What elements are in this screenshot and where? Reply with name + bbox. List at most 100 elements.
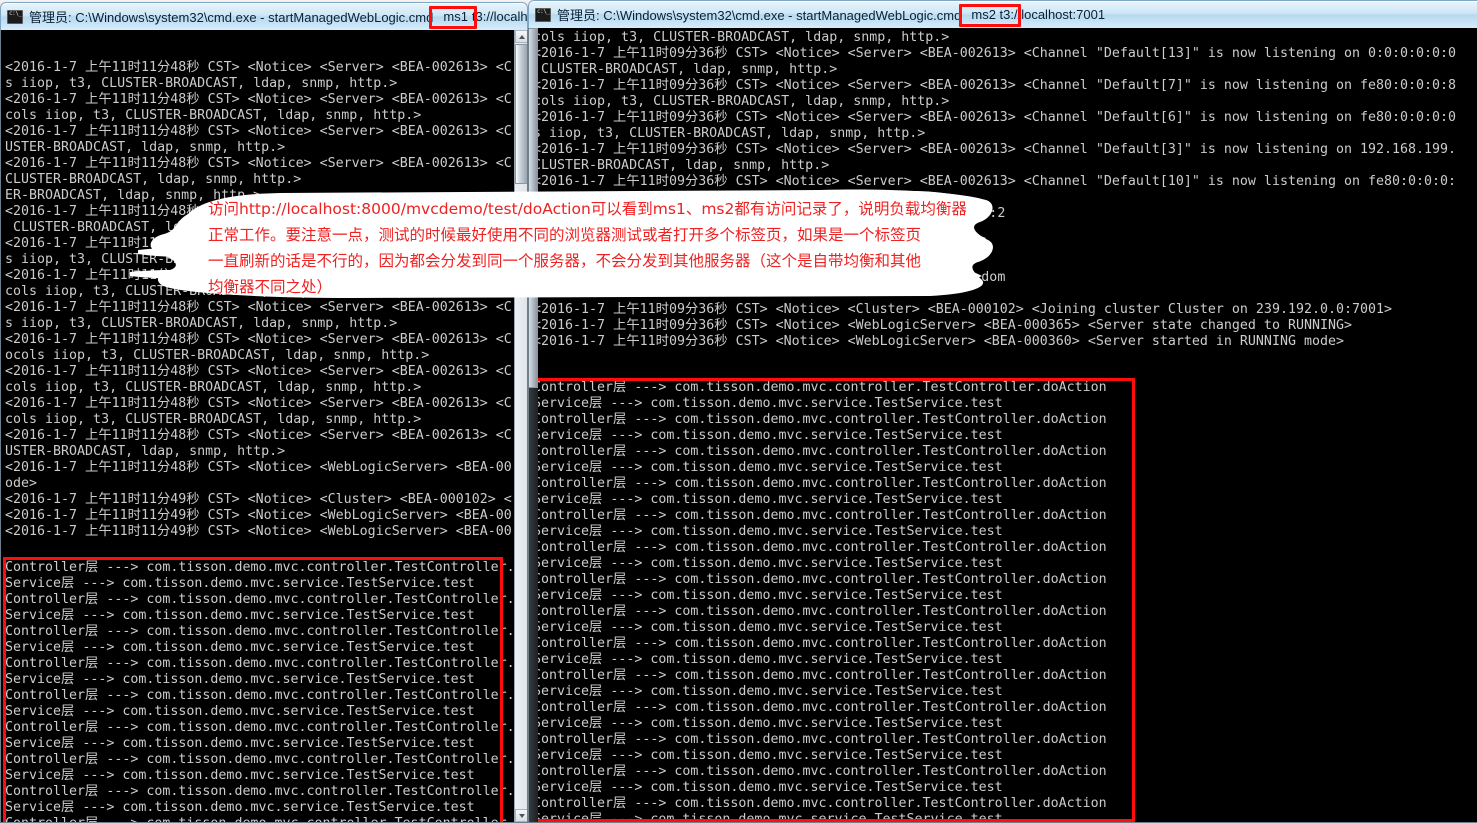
console-mvc-line: Service层 ---> com.tisson.demo.mvc.servic… [533, 460, 1003, 475]
console-mvc-line: Service层 ---> com.tisson.demo.mvc.servic… [5, 672, 475, 687]
console-mvc-line: Service层 ---> com.tisson.demo.mvc.servic… [533, 748, 1003, 763]
cmd-console-icon [535, 7, 551, 22]
console-log-line: <2016-1-7 上午11时11分49秒 CST> <Notice> <Web… [5, 524, 512, 539]
console-log-line: <2016-1-7 上午11时09分36秒 CST> <Notice> <Ser… [533, 46, 1457, 61]
scroll-up-arrow-icon[interactable] [515, 30, 527, 43]
console-log-line: <2016-1-7 上午11时11分49秒 CST> <Notice> <Web… [5, 508, 512, 523]
console-mvc-line: Controller层 ---> com.tisson.demo.mvc.con… [5, 784, 523, 799]
console-log-line: cols iiop, t3, CLUSTER-BROADCAST, ldap, … [5, 380, 422, 395]
console-mvc-line: Service层 ---> com.tisson.demo.mvc.servic… [5, 640, 475, 655]
titlebar-url-ms1: t3://localho [471, 9, 528, 24]
console-mvc-line: Controller层 ---> com.tisson.demo.mvc.con… [5, 816, 523, 822]
console-mvc-line: Service层 ---> com.tisson.demo.mvc.servic… [5, 608, 475, 623]
console-mvc-line: Controller层 ---> com.tisson.demo.mvc.con… [533, 476, 1107, 491]
console-log-line: <2016-1-7 上午11时11分48秒 CST> <Notice> <Ser… [5, 364, 512, 379]
console-mvc-line: Service层 ---> com.tisson.demo.mvc.servic… [533, 524, 1003, 539]
console-mvc-line: Controller层 ---> com.tisson.demo.mvc.con… [533, 732, 1107, 747]
titlebar-ms1[interactable]: 管理员: C:\Windows\system32\cmd.exe - start… [0, 2, 528, 30]
titlebar-title-ms2: 管理员: C:\Windows\system32\cmd.exe - start… [557, 8, 962, 23]
console-mvc-line: Controller层 ---> com.tisson.demo.mvc.con… [5, 688, 523, 703]
console-mvc-line: Service层 ---> com.tisson.demo.mvc.servic… [5, 736, 475, 751]
screenshot-root: 管理员: C:\Windows\system32\cmd.exe - start… [0, 0, 1477, 823]
console-mvc-line: Controller层 ---> com.tisson.demo.mvc.con… [533, 380, 1107, 395]
scroll-down-arrow-icon[interactable] [515, 809, 527, 822]
console-log-line: <2016-1-7 上午11时09分36秒 CST> <Notice> <Ser… [533, 110, 1457, 125]
console-mvc-line: Controller层 ---> com.tisson.demo.mvc.con… [533, 700, 1107, 715]
titlebar-server-name-ms1: ms1 [443, 9, 468, 24]
console-log-line: <2016-1-7 上午11时11分48秒 CST> <Notice> <Ser… [5, 92, 512, 107]
console-mvc-line: Controller层 ---> com.tisson.demo.mvc.con… [533, 540, 1107, 555]
console-mvc-line: Controller层 ---> com.tisson.demo.mvc.con… [5, 560, 523, 575]
console-output-ms1[interactable]: <2016-1-7 上午11时11分48秒 CST> <Notice> <Ser… [0, 30, 528, 823]
console-log-line: s iiop, t3, CLUSTER-BROADCAST, ldap, snm… [5, 76, 398, 91]
console-log-line: <2016-1-7 上午11时11分48秒 CST> <Notice> <Ser… [5, 124, 512, 139]
console-mvc-line: Service层 ---> com.tisson.demo.mvc.servic… [533, 492, 1003, 507]
console-mvc-line: Service层 ---> com.tisson.demo.mvc.servic… [533, 620, 1003, 635]
console-log-line: ode> [5, 476, 38, 491]
console-log-line: <2016-1-7 上午11时11分48秒 CST> <Notice> <Ser… [5, 396, 512, 411]
console-window-ms1[interactable]: 管理员: C:\Windows\system32\cmd.exe - start… [0, 2, 528, 823]
console-mvc-line: Service层 ---> com.tisson.demo.mvc.servic… [533, 428, 1003, 443]
annotation-line: 一直刷新的话是不行的，因为都会分发到同一个服务器，不会分发到其他服务器（这个是自… [208, 252, 922, 270]
console-scrollbar-ms2[interactable] [529, 28, 538, 822]
console-mvc-line: Service层 ---> com.tisson.demo.mvc.servic… [533, 588, 1003, 603]
titlebar-url-ms2: ://localhost:7001 [1010, 7, 1106, 22]
annotation-text: 访问http://localhost:8000/mvcdemo/test/doA… [208, 196, 967, 300]
console-mvc-line: Controller层 ---> com.tisson.demo.mvc.con… [533, 636, 1107, 651]
console-log-line: CLUSTER-BROADCAST, ldap, snmp, http.> [533, 158, 830, 173]
console-mvc-line: Controller层 ---> com.tisson.demo.mvc.con… [5, 720, 523, 735]
console-mvc-line: Service层 ---> com.tisson.demo.mvc.servic… [533, 652, 1003, 667]
console-mvc-line: Controller层 ---> com.tisson.demo.mvc.con… [533, 572, 1107, 587]
console-log-line: CLUSTER-BROADCAST, ldap, snmp, http.> [5, 172, 302, 187]
console-output-ms2[interactable]: cols iiop, t3, CLUSTER-BROADCAST, ldap, … [528, 28, 1477, 823]
console-mvc-line: Service层 ---> com.tisson.demo.mvc.servic… [5, 768, 475, 783]
annotation-overlay: 访问http://localhost:8000/mvcdemo/test/doA… [130, 188, 1000, 300]
console-mvc-line: Service层 ---> com.tisson.demo.mvc.servic… [5, 704, 475, 719]
titlebar-ms2[interactable]: 管理员: C:\Windows\system32\cmd.exe - start… [528, 0, 1477, 28]
console-log-line: <2016-1-7 上午11时11分48秒 CST> <Notice> <Ser… [5, 332, 512, 347]
console-log-line: USTER-BROADCAST, ldap, snmp, http.> [5, 444, 286, 459]
console-mvc-line: Service层 ---> com.tisson.demo.mvc.servic… [533, 716, 1003, 731]
console-mvc-log-ms2: Controller层 ---> com.tisson.demo.mvc.con… [533, 380, 1107, 823]
console-mvc-line: Service层 ---> com.tisson.demo.mvc.servic… [533, 812, 1003, 823]
console-mvc-line: Controller层 ---> com.tisson.demo.mvc.con… [533, 412, 1107, 427]
cmd-console-icon [7, 9, 23, 24]
annotation-line: 访问http://localhost:8000/mvcdemo/test/doA… [208, 200, 967, 218]
console-mvc-line: Service层 ---> com.tisson.demo.mvc.servic… [533, 780, 1003, 795]
console-mvc-line: Service层 ---> com.tisson.demo.mvc.servic… [533, 684, 1003, 699]
console-log-block-ms1: <2016-1-7 上午11时11分48秒 CST> <Notice> <Ser… [5, 60, 512, 540]
console-log-line: <2016-1-7 上午11时11分48秒 CST> <Notice> <Ser… [5, 156, 512, 171]
console-scrollbar-ms1[interactable] [514, 30, 527, 822]
console-log-line: ocols iiop, t3, CLUSTER-BROADCAST, ldap,… [5, 348, 430, 363]
console-mvc-line: Controller层 ---> com.tisson.demo.mvc.con… [533, 796, 1107, 811]
console-log-line: <2016-1-7 上午11时09分36秒 CST> <Notice> <Web… [533, 318, 1352, 333]
console-mvc-line: Controller层 ---> com.tisson.demo.mvc.con… [5, 592, 523, 607]
titlebar-title-ms1: 管理员: C:\Windows\system32\cmd.exe - start… [29, 10, 434, 25]
console-mvc-line: Service层 ---> com.tisson.demo.mvc.servic… [533, 556, 1003, 571]
annotation-line: 正常工作。要注意一点，测试的时候最好使用不同的浏览器测试或者打开多个标签页，如果… [208, 226, 922, 244]
console-log-line: cols iiop, t3, CLUSTER-BROADCAST, ldap, … [5, 412, 422, 427]
console-log-line: s iiop, t3, CLUSTER-BROADCAST, ldap, snm… [533, 126, 926, 141]
console-log-line: s iiop, t3, CLUSTER-BROADCAST, ldap, snm… [5, 316, 398, 331]
console-mvc-line: Service层 ---> com.tisson.demo.mvc.servic… [533, 396, 1003, 411]
console-log-line: <2016-1-7 上午11时11分48秒 CST> <Notice> <Ser… [5, 300, 512, 315]
console-mvc-line: Controller层 ---> com.tisson.demo.mvc.con… [5, 656, 523, 671]
console-mvc-line: Controller层 ---> com.tisson.demo.mvc.con… [5, 624, 523, 639]
console-mvc-log-ms1: Controller层 ---> com.tisson.demo.mvc.con… [5, 560, 523, 822]
console-log-line: cols iiop, t3, CLUSTER-BROADCAST, ldap, … [533, 94, 950, 109]
titlebar-server-name-ms2: ms2 t3 [971, 7, 1011, 22]
console-mvc-line: Controller层 ---> com.tisson.demo.mvc.con… [533, 508, 1107, 523]
console-log-line: cols iiop, t3, CLUSTER-BROADCAST, ldap, … [5, 108, 422, 123]
annotation-line: 均衡器不同之处） [208, 278, 333, 296]
scrollbar-thumb-ms1[interactable] [515, 44, 527, 184]
console-mvc-line: Controller层 ---> com.tisson.demo.mvc.con… [533, 668, 1107, 683]
console-mvc-line: Service层 ---> com.tisson.demo.mvc.servic… [5, 576, 475, 591]
console-window-ms2[interactable]: 管理员: C:\Windows\system32\cmd.exe - start… [528, 0, 1477, 823]
console-log-line: cols iiop, t3, CLUSTER-BROADCAST, ldap, … [533, 30, 950, 45]
console-mvc-line: Service层 ---> com.tisson.demo.mvc.servic… [5, 800, 475, 815]
console-log-line: CLUSTER-BROADCAST, ldap, snmp, http.> [533, 62, 838, 77]
console-mvc-line: Controller层 ---> com.tisson.demo.mvc.con… [533, 444, 1107, 459]
console-log-line: <2016-1-7 上午11时09分36秒 CST> <Notice> <Ser… [533, 142, 1457, 157]
console-mvc-line: Controller层 ---> com.tisson.demo.mvc.con… [533, 764, 1107, 779]
console-log-line: <2016-1-7 上午11时09分36秒 CST> <Notice> <Web… [533, 334, 1344, 349]
